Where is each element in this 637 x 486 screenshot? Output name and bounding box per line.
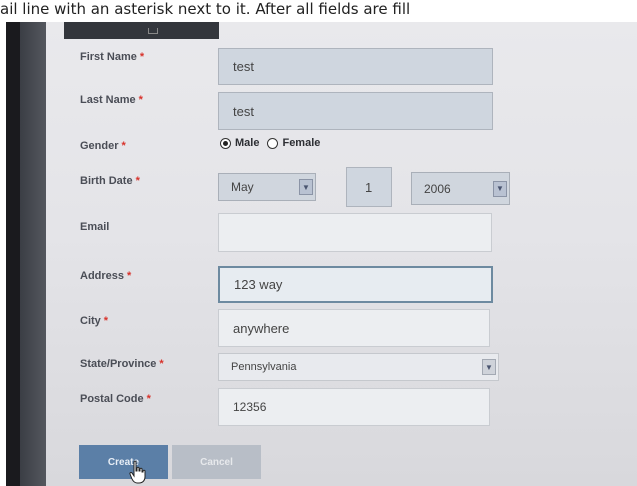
first-name-label: First Name * [80, 51, 145, 63]
gender-female-radio[interactable] [267, 137, 279, 149]
hand-pointer-icon [129, 460, 146, 484]
required-asterisk: * [103, 315, 109, 327]
first-name-value: test [233, 59, 254, 74]
chevron-down-icon[interactable]: ▼ [482, 359, 496, 375]
gender-radio-group: Male Female [220, 137, 320, 149]
state-value: Pennsylvania [231, 361, 297, 373]
tab-indicator-icon [148, 28, 158, 34]
birth-day-value: 1 [365, 179, 373, 195]
last-name-input[interactable]: test [218, 92, 493, 130]
email-input[interactable] [218, 213, 492, 252]
postal-code-value: 12356 [233, 400, 267, 414]
required-asterisk: * [146, 393, 151, 405]
postal-code-input[interactable]: 12356 [218, 388, 490, 426]
top-tab [64, 22, 219, 39]
required-asterisk: * [159, 358, 164, 370]
birth-month-value: May [231, 180, 254, 194]
required-asterisk: * [127, 270, 132, 282]
gender-female-label: Female [282, 137, 321, 149]
required-asterisk: * [139, 51, 145, 63]
postal-code-label: Postal Code * [80, 393, 151, 405]
cancel-button[interactable]: Cancel [172, 445, 261, 479]
city-input[interactable]: anywhere [218, 309, 490, 347]
chevron-down-icon[interactable]: ▼ [299, 179, 313, 195]
required-asterisk: * [138, 94, 143, 106]
city-value: anywhere [233, 320, 290, 336]
email-label: Email [80, 221, 110, 233]
first-name-input[interactable]: test [218, 48, 493, 85]
last-name-label: Last Name * [80, 94, 143, 106]
gender-label: Gender * [80, 140, 126, 152]
create-button[interactable]: Create [79, 445, 168, 479]
instruction-caption: ail line with an asterisk next to it. Af… [0, 0, 411, 18]
state-select[interactable]: Pennsylvania ▼ [218, 353, 499, 381]
birth-year-select[interactable]: 2006 ▼ [411, 172, 510, 205]
birth-date-label: Birth Date * [80, 175, 140, 187]
gender-male-label: Male [235, 137, 260, 149]
sidebar-strip [20, 22, 46, 486]
birth-month-select[interactable]: May ▼ [218, 173, 316, 201]
last-name-value: test [233, 103, 254, 119]
address-input[interactable]: 123 way [218, 266, 493, 303]
required-asterisk: * [135, 175, 140, 187]
screen-bezel [6, 22, 20, 486]
address-label: Address * [80, 270, 132, 282]
birth-year-value: 2006 [424, 181, 451, 196]
gender-male-radio[interactable] [220, 137, 231, 149]
chevron-down-icon[interactable]: ▼ [493, 180, 507, 197]
birth-day-input[interactable]: 1 [346, 167, 392, 207]
city-label: City * [80, 315, 109, 327]
required-asterisk: * [121, 140, 126, 152]
address-value: 123 way [234, 277, 283, 292]
state-label: State/Province * [80, 358, 164, 370]
